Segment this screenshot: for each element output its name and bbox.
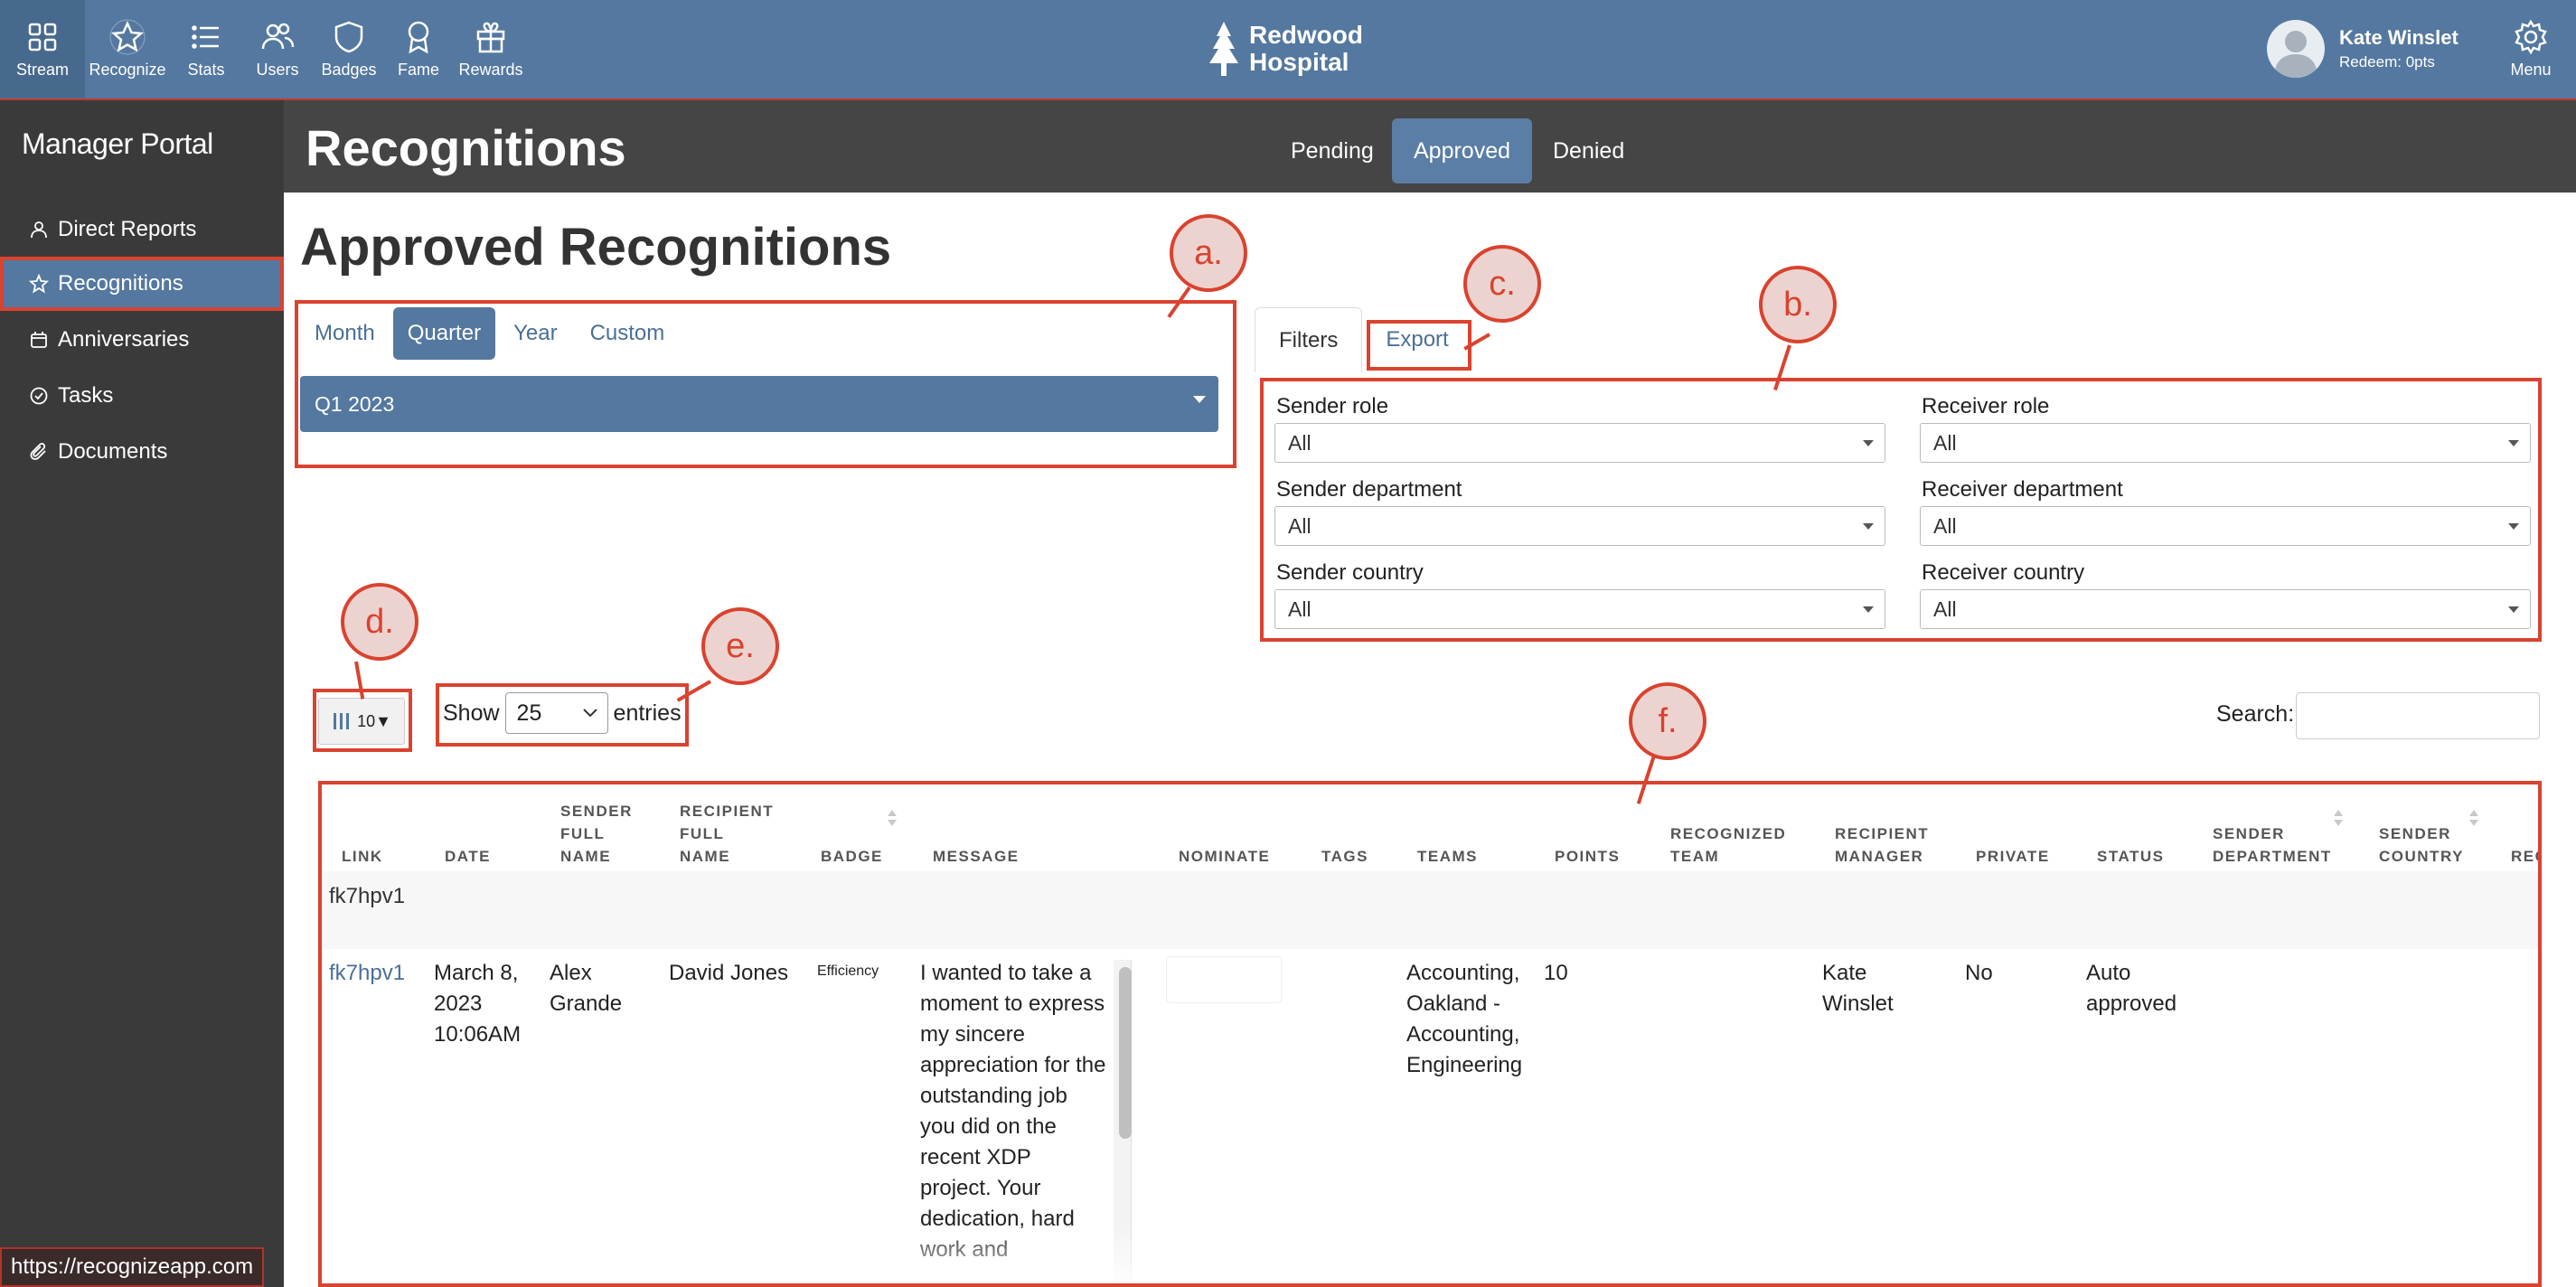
paperclip-icon (30, 442, 46, 460)
award-icon (408, 21, 429, 53)
gear-icon (2515, 19, 2547, 54)
star-icon (29, 274, 49, 294)
search-input[interactable] (2296, 692, 2540, 739)
nav-badges[interactable]: Badges (313, 0, 385, 98)
callout-e: e. (701, 607, 779, 685)
sidebar-title: Manager Portal (22, 127, 213, 160)
callout-a: a. (1170, 214, 1247, 292)
annotation-box-f (318, 781, 2542, 1287)
callout-d: d. (341, 583, 418, 661)
nav-fame[interactable]: Fame (385, 0, 452, 98)
sidebar-item-tasks[interactable]: Tasks (0, 369, 284, 423)
gift-icon (476, 22, 505, 52)
tab-filters[interactable]: Filters (1255, 307, 1363, 372)
grid-icon (28, 23, 57, 51)
avatar (2267, 20, 2325, 78)
person-icon (31, 221, 47, 239)
callout-c: c. (1463, 245, 1541, 323)
list-icon (192, 24, 219, 49)
menu-button[interactable]: Menu (2504, 0, 2558, 98)
page-header: Recognitions Pending Approved Denied (284, 100, 2576, 193)
status-bar-url: https://recognizeapp.com (0, 1247, 265, 1287)
users-icon (261, 23, 295, 49)
search-label: Search: (2216, 701, 2295, 727)
person-icon (2274, 31, 2317, 78)
check-circle-icon (30, 387, 48, 405)
nav-stream[interactable]: Stream (0, 0, 85, 98)
sidebar-item-recognitions[interactable]: Recognitions (0, 257, 284, 311)
hospital-logo[interactable]: Redwood Hospital (1208, 20, 1363, 78)
tab-pending[interactable]: Pending (1269, 118, 1396, 183)
tree-icon (1209, 22, 1238, 76)
nav-rewards[interactable]: Rewards (452, 0, 530, 98)
tab-approved[interactable]: Approved (1392, 118, 1533, 183)
sidebar-item-documents[interactable]: Documents (0, 425, 284, 479)
annotation-box-a (295, 300, 1236, 468)
section-title: Approved Recognitions (300, 218, 892, 277)
annotation-box-e (436, 683, 689, 747)
callout-f: f. (1629, 682, 1706, 760)
sidebar-item-direct-reports[interactable]: Direct Reports (0, 202, 284, 257)
nav-stats[interactable]: Stats (170, 0, 242, 98)
star-icon (109, 19, 146, 54)
callout-b: b. (1759, 266, 1837, 343)
sidebar: Manager Portal Direct Reports Recognitio… (0, 100, 284, 1287)
sidebar-item-anniversaries[interactable]: Anniversaries (0, 313, 284, 367)
nav-recognize[interactable]: Recognize (85, 0, 170, 98)
top-nav: Stream Recognize Stats Users Badges Fame… (0, 0, 2576, 100)
user-name: Kate Winslet (2339, 26, 2458, 49)
user-profile[interactable]: Kate Winslet Redeem: 0pts (2267, 20, 2458, 78)
annotation-box-b (1260, 378, 2542, 642)
page-title: Recognitions (306, 119, 626, 176)
nav-users[interactable]: Users (242, 0, 313, 98)
tab-denied[interactable]: Denied (1531, 118, 1646, 183)
annotation-box-c (1367, 320, 1471, 371)
calendar-icon (31, 332, 47, 348)
shield-icon (334, 21, 363, 52)
user-redeem: Redeem: 0pts (2339, 53, 2435, 70)
